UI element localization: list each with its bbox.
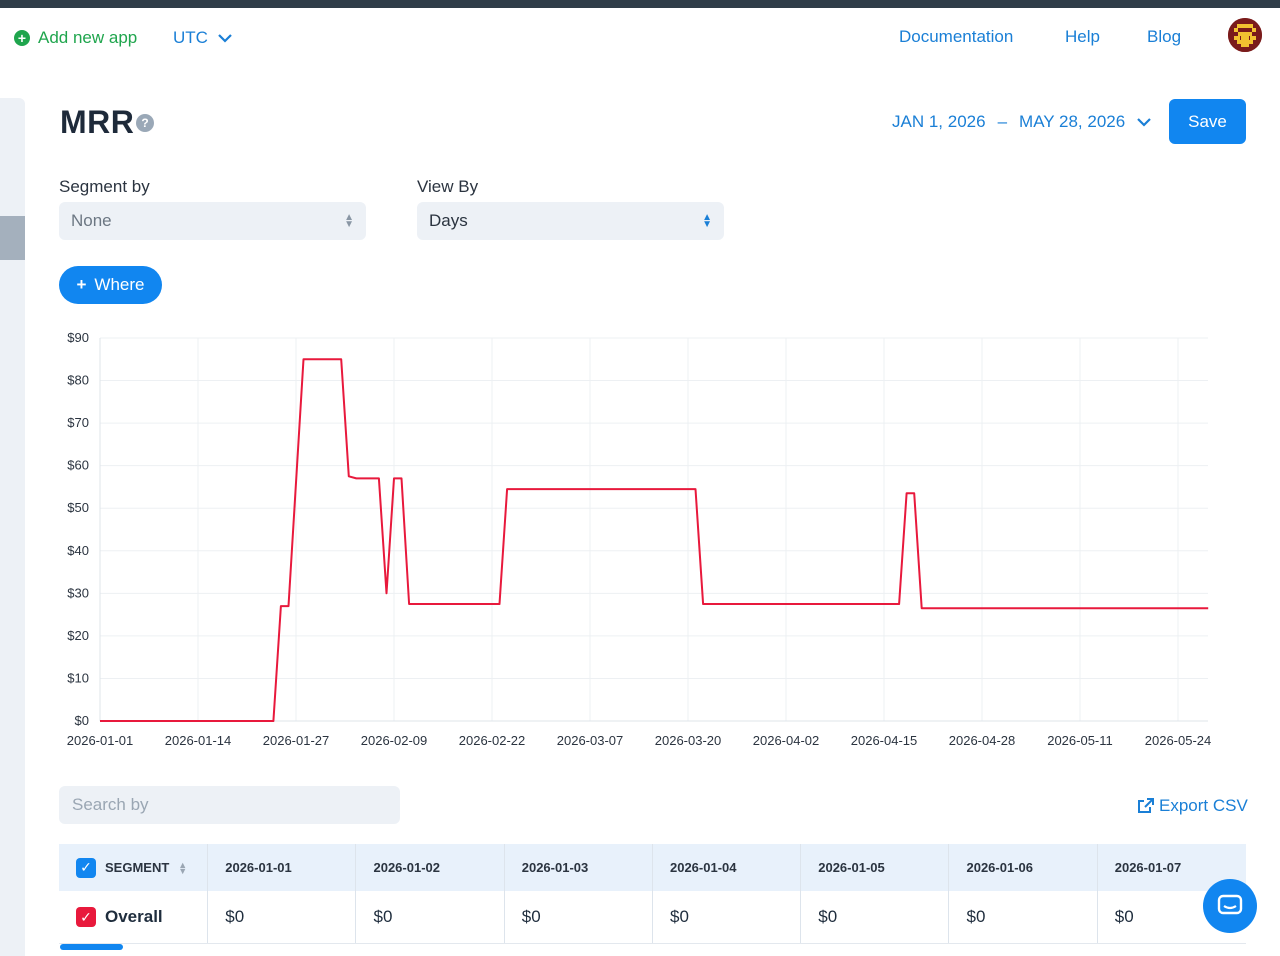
date-range-picker[interactable]: JAN 1, 2026 – MAY 28, 2026	[892, 112, 1151, 132]
x-tick-label: 2026-02-22	[459, 733, 526, 748]
y-tick-label: $90	[67, 330, 89, 345]
x-tick-label: 2026-02-09	[361, 733, 428, 748]
nav-blog[interactable]: Blog	[1147, 27, 1181, 47]
sidebar-collapse-tab[interactable]	[0, 216, 25, 260]
sort-icon[interactable]: ▲ ▼	[178, 860, 187, 875]
segment-row-label: Overall	[105, 907, 163, 926]
y-tick-label: $70	[67, 415, 89, 430]
view-by-label: View By	[417, 177, 479, 196]
y-tick-label: $50	[67, 500, 89, 515]
x-tick-label: 2026-01-14	[165, 733, 232, 748]
sort-arrows-icon: ▲ ▼	[344, 212, 354, 230]
table-row: ✓ Overall $0 $0 $0 $0 $0 $0 $0	[59, 891, 1246, 944]
value-cell: $0	[356, 891, 505, 943]
segment-cell: ✓ Overall	[59, 891, 209, 943]
top-bar	[0, 0, 1280, 8]
y-tick-label: $10	[67, 670, 89, 685]
header: + Add new app UTC Documentation Help Blo…	[0, 8, 1280, 70]
segment-column-header[interactable]: ✓ SEGMENT ▲ ▼	[59, 844, 209, 891]
date-end: MAY 28, 2026	[1019, 112, 1126, 131]
user-avatar[interactable]	[1228, 18, 1262, 52]
nav-documentation[interactable]: Documentation	[899, 27, 1013, 47]
add-new-app-link[interactable]: + Add new app	[14, 28, 137, 48]
x-tick-label: 2026-05-11	[1047, 733, 1113, 748]
add-new-app-label: Add new app	[38, 28, 138, 47]
chevron-down-icon	[218, 33, 232, 43]
chat-icon	[1217, 894, 1243, 915]
x-tick-label: 2026-05-24	[1145, 733, 1212, 748]
where-label: Where	[94, 275, 145, 294]
date-column-header: 2026-01-06	[949, 844, 1098, 891]
view-by-value: Days	[429, 211, 468, 230]
value-cell: $0	[801, 891, 950, 943]
avatar-pattern-icon	[1228, 18, 1262, 52]
save-button[interactable]: Save	[1169, 99, 1246, 144]
y-tick-label: $20	[67, 628, 89, 643]
mrr-series-line	[100, 358, 1209, 722]
date-column-header: 2026-01-01	[208, 844, 357, 891]
data-table: ✓ SEGMENT ▲ ▼ 2026-01-01 2026-01-02 2026-…	[59, 844, 1246, 956]
value-cell: $0	[653, 891, 802, 943]
timezone-label: UTC	[173, 28, 208, 47]
table-header-row: ✓ SEGMENT ▲ ▼ 2026-01-01 2026-01-02 2026-…	[59, 844, 1246, 891]
add-where-filter-button[interactable]: + Where	[59, 266, 162, 304]
left-sidebar-rail	[0, 98, 25, 956]
date-separator: –	[997, 112, 1008, 131]
segment-by-value: None	[71, 211, 112, 230]
timezone-dropdown[interactable]: UTC	[173, 28, 232, 48]
segment-header-label: SEGMENT	[105, 860, 170, 875]
export-csv-link[interactable]: Export CSV	[1137, 796, 1248, 816]
export-icon	[1138, 798, 1154, 813]
x-tick-label: 2026-04-15	[851, 733, 918, 748]
chevron-down-icon	[1137, 117, 1151, 127]
date-column-header: 2026-01-04	[653, 844, 802, 891]
date-column-header: 2026-01-05	[801, 844, 950, 891]
page-title: MRR	[60, 104, 135, 140]
help-icon[interactable]: ?	[136, 114, 154, 132]
value-cell: $0	[208, 891, 357, 943]
y-tick-label: $30	[67, 585, 89, 600]
chat-support-button[interactable]	[1203, 879, 1257, 933]
segment-by-select[interactable]: None ▲ ▼	[59, 202, 366, 240]
y-tick-label: $60	[67, 458, 89, 473]
plus-icon: +	[76, 275, 87, 294]
date-column-header: 2026-01-02	[356, 844, 505, 891]
x-tick-label: 2026-01-01	[67, 733, 134, 748]
x-tick-label: 2026-03-20	[655, 733, 722, 748]
search-input[interactable]	[59, 786, 400, 824]
x-tick-label: 2026-04-28	[949, 733, 1016, 748]
segment-by-label: Segment by	[59, 177, 150, 196]
value-cell: $0	[949, 891, 1098, 943]
sort-arrows-icon: ▲ ▼	[702, 212, 712, 230]
x-tick-label: 2026-04-02	[753, 733, 820, 748]
y-tick-label: $40	[67, 543, 89, 558]
y-tick-label: $0	[75, 713, 89, 728]
date-start: JAN 1, 2026	[892, 112, 986, 131]
x-tick-label: 2026-01-27	[263, 733, 330, 748]
date-column-header: 2026-01-03	[505, 844, 653, 891]
y-tick-label: $80	[67, 373, 89, 388]
horizontal-scrollbar[interactable]	[60, 944, 123, 950]
overall-checkbox[interactable]: ✓	[76, 907, 96, 927]
nav-help[interactable]: Help	[1065, 27, 1100, 47]
view-by-select[interactable]: Days ▲ ▼	[417, 202, 724, 240]
select-all-checkbox[interactable]: ✓	[76, 857, 96, 878]
export-csv-label: Export CSV	[1159, 796, 1248, 815]
x-tick-label: 2026-03-07	[557, 733, 624, 748]
value-cell: $0	[505, 891, 653, 943]
plus-circle-icon: +	[14, 30, 30, 46]
mrr-line-chart: $0 $10 $20 $30 $40 $50 $60 $70 $80 $90 2026-01-01 2…	[67, 330, 1212, 748]
